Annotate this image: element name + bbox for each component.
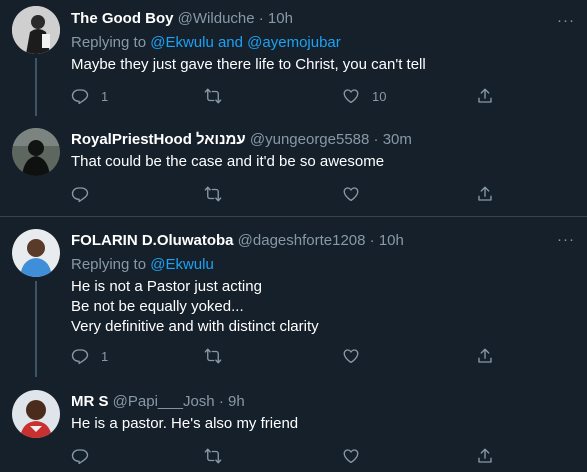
tweet-text: Maybe they just gave there life to Chris…: [71, 55, 575, 75]
tweet-text: That could be the case and it'd be so aw…: [71, 152, 575, 172]
tweet[interactable]: MR S @Papi___Josh · 9h He is a pastor. H…: [0, 377, 587, 472]
share-button[interactable]: [476, 346, 494, 366]
share-button[interactable]: [476, 446, 494, 466]
display-name[interactable]: MR S: [71, 393, 109, 410]
reply-icon: [71, 449, 89, 465]
avatar[interactable]: [12, 390, 60, 438]
timestamp[interactable]: · 10h: [259, 10, 293, 27]
handle[interactable]: @yungeorge5588: [250, 131, 370, 148]
share-icon: [478, 88, 492, 103]
avatar-image: [12, 128, 60, 176]
replying-to-mentions[interactable]: @Ekwulu and @ayemojubar: [150, 34, 341, 51]
thread-line: [35, 281, 37, 377]
avatar-image: [12, 390, 60, 438]
share-button[interactable]: [476, 86, 494, 106]
replying-to-mentions[interactable]: @Ekwulu: [150, 256, 214, 273]
thread-line: [35, 58, 37, 116]
tweet[interactable]: FOLARIN D.Oluwatoba @dageshforte1208 · 1…: [0, 217, 587, 377]
like-icon: [343, 349, 359, 364]
handle[interactable]: @Papi___Josh: [113, 393, 215, 410]
retweet-icon: [204, 88, 222, 104]
handle[interactable]: @dageshforte1208: [238, 232, 366, 249]
tweet[interactable]: RoyalPriestHood עמנואל @yungeorge5588 · …: [0, 116, 587, 216]
share-button[interactable]: [476, 184, 494, 204]
retweet-icon: [204, 186, 222, 202]
like-button[interactable]: 10: [342, 86, 386, 106]
tweet-text: He is a pastor. He's also my friend: [71, 414, 575, 434]
like-icon: [343, 89, 359, 104]
retweet-button[interactable]: [204, 184, 234, 204]
tweet-text: He is not a Pastor just acting Be not be…: [71, 277, 575, 337]
reply-button[interactable]: [71, 446, 101, 466]
like-button[interactable]: [342, 346, 372, 366]
reply-count: 1: [101, 348, 109, 364]
reply-icon: [71, 187, 89, 203]
avatar[interactable]: [12, 128, 60, 176]
reply-button[interactable]: 1: [71, 86, 108, 106]
avatar[interactable]: [12, 229, 60, 277]
tweet-text-line: Be not be equally yoked...: [71, 298, 244, 315]
like-icon: [343, 449, 359, 464]
retweet-button[interactable]: [204, 346, 234, 366]
tweet-text-line: Very definitive and with distinct clarit…: [71, 318, 319, 335]
reply-count: 1: [101, 88, 109, 104]
replying-to-label: Replying to: [71, 34, 147, 51]
replying-to-label: Replying to: [71, 256, 147, 273]
tweet-text-line: That could be the case and it'd be so aw…: [71, 153, 385, 170]
avatar-image: [12, 229, 60, 277]
avatar-image: [12, 6, 60, 54]
reply-icon: [71, 89, 89, 105]
handle[interactable]: @Wilduche: [178, 10, 255, 27]
display-name[interactable]: FOLARIN D.Oluwatoba: [71, 232, 234, 249]
retweet-icon: [204, 348, 222, 364]
share-icon: [478, 448, 492, 463]
like-button[interactable]: [342, 184, 372, 204]
like-count: 10: [372, 88, 387, 104]
timestamp[interactable]: · 9h: [219, 393, 245, 410]
timestamp[interactable]: · 30m: [374, 131, 412, 148]
reply-button[interactable]: [71, 184, 101, 204]
tweet-text-line: Maybe they just gave there life to Chris…: [71, 56, 426, 73]
share-icon: [478, 186, 492, 201]
share-icon: [478, 348, 492, 363]
like-icon: [343, 187, 359, 202]
more-options-icon[interactable]: ···: [557, 232, 575, 247]
retweet-button[interactable]: [204, 86, 234, 106]
tweet[interactable]: The Good Boy @Wilduche · 10h Replying to…: [0, 0, 587, 116]
display-name[interactable]: The Good Boy: [71, 10, 174, 27]
reply-icon: [71, 349, 89, 365]
retweet-button[interactable]: [204, 446, 234, 466]
like-button[interactable]: [342, 446, 372, 466]
more-options-icon[interactable]: ···: [557, 13, 575, 28]
tweet-text-line: He is not a Pastor just acting: [71, 278, 262, 295]
display-name[interactable]: RoyalPriestHood עמנואל: [71, 131, 246, 148]
reply-button[interactable]: 1: [71, 346, 108, 366]
retweet-icon: [204, 448, 222, 464]
avatar[interactable]: [12, 6, 60, 54]
timestamp[interactable]: · 10h: [370, 232, 404, 249]
tweet-text-line: He is a pastor. He's also my friend: [71, 415, 299, 432]
